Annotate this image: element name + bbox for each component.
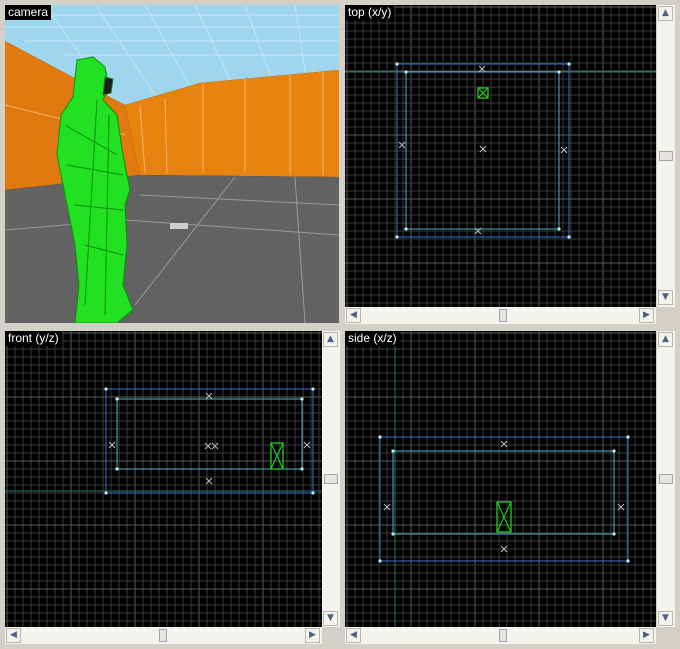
vertex-handle: [378, 435, 382, 439]
down-arrow-icon[interactable]: ▼: [658, 611, 673, 626]
vertex-handle: [626, 559, 630, 563]
camera-scene: [5, 5, 339, 323]
top-hscrollbar[interactable]: ◀ ▶: [345, 307, 656, 324]
viewport-label: side (x/z): [345, 331, 400, 346]
vertex-handle: [391, 449, 395, 453]
vertex-handle: [391, 532, 395, 536]
viewport-label: camera: [5, 5, 52, 20]
vertex-handle: [378, 559, 382, 563]
front-hscrollbar[interactable]: ◀ ▶: [5, 627, 322, 644]
down-arrow-icon[interactable]: ▼: [323, 611, 338, 626]
up-arrow-icon[interactable]: ▲: [323, 332, 338, 347]
vertex-handle: [395, 235, 399, 239]
vertex-handle: [115, 397, 119, 401]
left-arrow-icon[interactable]: ◀: [6, 628, 21, 643]
top-viewport[interactable]: top (x/y): [345, 5, 656, 307]
scroll-thumb[interactable]: [499, 629, 507, 642]
vertex-handle: [311, 491, 315, 495]
side-grid: [345, 331, 656, 627]
front-vscrollbar[interactable]: ▲ ▼: [322, 331, 340, 627]
up-arrow-icon[interactable]: ▲: [658, 6, 673, 21]
center-marker: [560, 146, 568, 154]
front-viewport[interactable]: front (y/z): [5, 331, 322, 627]
viewport-label: front (y/z): [5, 331, 62, 346]
vertex-handle: [557, 70, 561, 74]
scroll-thumb[interactable]: [159, 629, 167, 642]
scroll-thumb[interactable]: [499, 309, 507, 322]
side-vscrollbar[interactable]: ▲ ▼: [657, 331, 675, 627]
right-arrow-icon[interactable]: ▶: [639, 628, 654, 643]
vertex-handle: [104, 491, 108, 495]
scroll-thumb[interactable]: [659, 474, 673, 484]
vertex-handle: [404, 70, 408, 74]
center-marker: [204, 442, 212, 450]
vertex-handle: [104, 387, 108, 391]
vertex-handle: [567, 235, 571, 239]
left-arrow-icon[interactable]: ◀: [346, 628, 361, 643]
vertex-handle: [612, 449, 616, 453]
vertex-handle: [300, 397, 304, 401]
scroll-thumb[interactable]: [659, 151, 673, 161]
entity-cross: [270, 442, 284, 470]
right-arrow-icon[interactable]: ▶: [639, 308, 654, 323]
vertex-handle: [612, 532, 616, 536]
brush-outline: [116, 398, 303, 470]
top-grid: [345, 5, 656, 307]
vertex-handle: [404, 227, 408, 231]
vertex-handle: [557, 227, 561, 231]
vertex-handle: [300, 467, 304, 471]
vertex-handle: [115, 467, 119, 471]
scroll-thumb[interactable]: [324, 474, 338, 484]
vertex-handle: [626, 435, 630, 439]
right-arrow-icon[interactable]: ▶: [305, 628, 320, 643]
viewport-label: top (x/y): [345, 5, 395, 20]
side-hscrollbar[interactable]: ◀ ▶: [345, 627, 656, 644]
camera-viewport[interactable]: camera: [5, 5, 339, 323]
left-arrow-icon[interactable]: ◀: [346, 308, 361, 323]
vertex-handle: [311, 387, 315, 391]
front-grid: [5, 331, 322, 627]
up-arrow-icon[interactable]: ▲: [658, 332, 673, 347]
down-arrow-icon[interactable]: ▼: [658, 290, 673, 305]
vertex-handle: [567, 62, 571, 66]
center-marker: [500, 440, 508, 448]
brush-outline: [379, 436, 629, 562]
top-vscrollbar[interactable]: ▲ ▼: [657, 5, 675, 307]
side-viewport[interactable]: side (x/z): [345, 331, 656, 627]
vertex-handle: [395, 62, 399, 66]
